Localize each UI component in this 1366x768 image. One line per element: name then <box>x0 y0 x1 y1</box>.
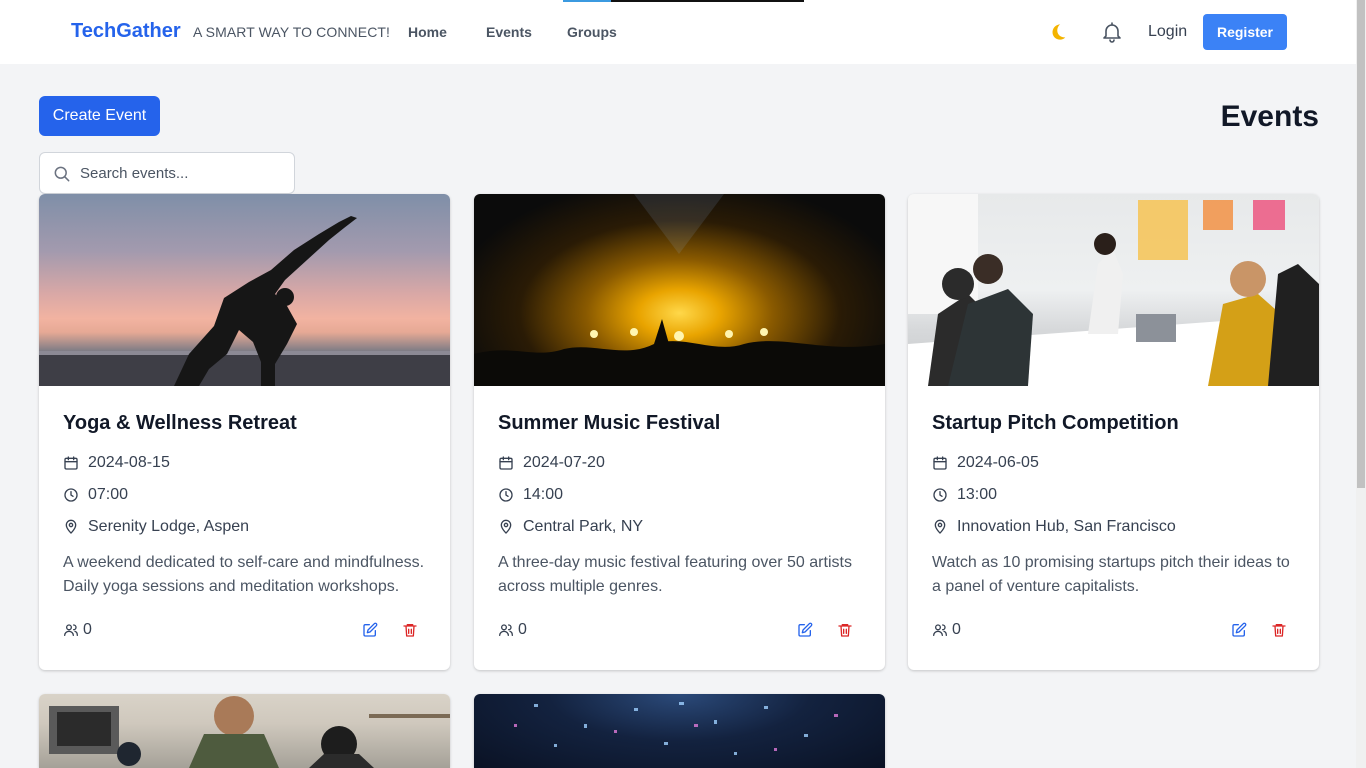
attendees-count: 0 <box>498 621 527 639</box>
delete-icon[interactable] <box>1271 622 1287 638</box>
event-location: Innovation Hub, San Francisco <box>932 511 1295 543</box>
calendar-icon <box>499 456 513 470</box>
event-card[interactable]: Yoga & Wellness Retreat 2024-08-15 07:00… <box>39 194 450 670</box>
users-icon <box>933 624 947 636</box>
clock-icon <box>933 488 947 502</box>
event-description: A weekend dedicated to self-care and min… <box>63 554 425 595</box>
event-date-text: 2024-06-05 <box>957 454 1039 471</box>
notifications-bell-icon[interactable] <box>1100 20 1124 44</box>
event-time: 13:00 <box>932 479 1295 511</box>
event-location: Serenity Lodge, Aspen <box>63 511 426 543</box>
event-date-text: 2024-08-15 <box>88 454 170 471</box>
users-icon <box>64 624 78 636</box>
page-title: Events <box>1220 100 1319 133</box>
event-time: 14:00 <box>498 479 861 511</box>
attendees-count: 0 <box>932 621 961 639</box>
event-image-startup <box>908 194 1319 386</box>
clock-icon <box>499 488 513 502</box>
event-time-text: 14:00 <box>523 486 564 503</box>
event-title[interactable]: Yoga & Wellness Retreat <box>63 412 426 435</box>
attendees-count: 0 <box>63 621 92 639</box>
event-time-text: 13:00 <box>957 486 998 503</box>
users-icon <box>499 624 513 636</box>
map-pin-icon <box>934 519 946 534</box>
attendees-number: 0 <box>83 621 92 638</box>
brand-logo[interactable]: TechGather <box>71 20 181 43</box>
event-date: 2024-06-05 <box>932 447 1295 479</box>
event-image-yoga <box>39 194 450 386</box>
nav-events-link[interactable]: Events <box>486 24 532 40</box>
page-scrollbar[interactable] <box>1356 0 1366 768</box>
search-icon <box>52 164 72 184</box>
event-description: A three-day music festival featuring ove… <box>498 554 852 595</box>
brand-tagline: A SMART WAY TO CONNECT! <box>193 24 391 40</box>
event-card[interactable]: Startup Pitch Competition 2024-06-05 13:… <box>908 194 1319 670</box>
event-time-text: 07:00 <box>88 486 129 503</box>
event-location: Central Park, NY <box>498 511 861 543</box>
edit-icon[interactable] <box>362 622 378 638</box>
clock-icon <box>64 488 78 502</box>
map-pin-icon <box>500 519 512 534</box>
event-time: 07:00 <box>63 479 426 511</box>
event-location-text: Innovation Hub, San Francisco <box>957 518 1176 535</box>
search-input[interactable] <box>80 153 290 193</box>
scrollbar-thumb[interactable] <box>1357 0 1365 488</box>
event-location-text: Central Park, NY <box>523 518 644 535</box>
nav-home-link[interactable]: Home <box>408 24 447 40</box>
edit-icon[interactable] <box>797 622 813 638</box>
delete-icon[interactable] <box>837 622 853 638</box>
nav-groups-link[interactable]: Groups <box>567 24 617 40</box>
calendar-icon <box>64 456 78 470</box>
event-card[interactable] <box>39 694 450 768</box>
register-button[interactable]: Register <box>1203 14 1287 50</box>
login-link[interactable]: Login <box>1148 23 1187 41</box>
event-description: Watch as 10 promising startups pitch the… <box>932 554 1290 595</box>
event-title[interactable]: Startup Pitch Competition <box>932 412 1295 435</box>
event-date: 2024-07-20 <box>498 447 861 479</box>
event-card[interactable] <box>474 694 885 768</box>
calendar-icon <box>933 456 947 470</box>
event-location-text: Serenity Lodge, Aspen <box>88 518 250 535</box>
event-date: 2024-08-15 <box>63 447 426 479</box>
event-image-cooking <box>39 694 450 768</box>
attendees-number: 0 <box>518 621 527 638</box>
map-pin-icon <box>65 519 77 534</box>
page-loading-bar <box>563 0 804 2</box>
event-date-text: 2024-07-20 <box>523 454 605 471</box>
top-header: TechGather A SMART WAY TO CONNECT! Home … <box>0 0 1356 64</box>
attendees-number: 0 <box>952 621 961 638</box>
event-image-music <box>474 194 885 386</box>
create-event-button[interactable]: Create Event <box>39 96 160 136</box>
event-image-confetti <box>474 694 885 768</box>
edit-icon[interactable] <box>1231 622 1247 638</box>
delete-icon[interactable] <box>402 622 418 638</box>
dark-mode-moon-icon[interactable] <box>1046 21 1068 43</box>
search-box[interactable] <box>39 152 295 194</box>
event-title[interactable]: Summer Music Festival <box>498 412 861 435</box>
event-card[interactable]: Summer Music Festival 2024-07-20 14:00 C… <box>474 194 885 670</box>
